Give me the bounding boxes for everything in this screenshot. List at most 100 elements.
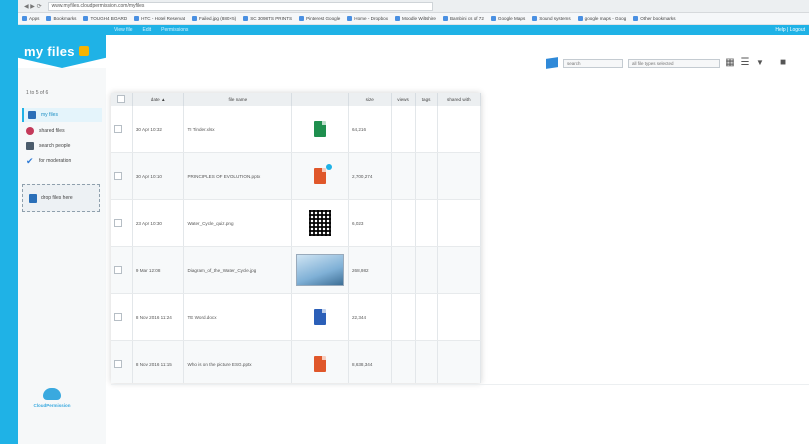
sidebar-item-search-people[interactable]: search people bbox=[22, 139, 102, 153]
brand-name: CloudPermission bbox=[33, 403, 71, 408]
bookmark-icon bbox=[442, 16, 448, 21]
bookmark-item[interactable]: Sound systems bbox=[532, 16, 571, 21]
drop-zone[interactable]: drop files here bbox=[22, 184, 100, 212]
bookmark-item[interactable]: Apps bbox=[22, 16, 39, 21]
pin-icon[interactable]: ▼ bbox=[755, 58, 765, 68]
header-file-name[interactable]: file name bbox=[183, 93, 293, 106]
notification-dot bbox=[326, 164, 333, 170]
header-views[interactable]: views bbox=[391, 93, 416, 106]
file-thumbnail[interactable] bbox=[291, 152, 349, 200]
people-icon bbox=[26, 142, 34, 150]
brand-logo: CloudPermission bbox=[32, 388, 72, 418]
result-count: 1 to 5 of 6 bbox=[26, 90, 49, 96]
bookmark-item[interactable]: HTC - Hotel Reservat bbox=[134, 16, 185, 21]
lock-icon bbox=[78, 46, 89, 56]
file-thumbnail[interactable] bbox=[291, 246, 349, 294]
file-name[interactable]: Water_Cycle_quiz.png bbox=[183, 199, 293, 247]
file-thumbnail[interactable] bbox=[291, 106, 349, 153]
table-row[interactable]: 30 Apr 10:32 TI Tinder.xlsx 64,216 bbox=[111, 106, 481, 153]
file-type-filter[interactable] bbox=[628, 58, 720, 68]
file-shared-with bbox=[437, 293, 481, 341]
file-thumbnail[interactable] bbox=[291, 199, 349, 247]
bookmark-item[interactable]: google maps - Goog bbox=[577, 16, 627, 21]
file-tags bbox=[415, 340, 438, 383]
row-checkbox[interactable] bbox=[114, 124, 122, 133]
file-size: 2,700,274 bbox=[348, 152, 392, 200]
bookmark-item[interactable]: Home - Dropbox bbox=[347, 16, 388, 21]
table-row[interactable]: 30 Apr 10:10 PRINCIPLES OF EVOLUTION.pptx… bbox=[111, 152, 481, 200]
file-shared-with bbox=[437, 340, 481, 383]
cloud-icon bbox=[43, 388, 61, 400]
file-name[interactable]: Who is on the picture ESG.pptx bbox=[183, 340, 293, 383]
pptx-file-icon bbox=[314, 356, 327, 372]
top-link[interactable]: Edit bbox=[143, 27, 152, 33]
table-row[interactable]: 8 Nov 2016 11:24 TE Word.docx 22,344 bbox=[111, 293, 481, 341]
file-name[interactable]: TE Word.docx bbox=[183, 293, 293, 341]
list-view-icon[interactable]: ☰ bbox=[740, 58, 750, 68]
file-name[interactable]: TI Tinder.xlsx bbox=[183, 106, 293, 153]
file-toolbar: ▦ ☰ ▼ ■ bbox=[546, 57, 788, 69]
file-views bbox=[391, 199, 416, 247]
file-shared-with bbox=[437, 152, 481, 200]
table-row[interactable]: 9 Mar 12:08 Diagram_of_the_Water_Cycle.jp… bbox=[111, 246, 481, 294]
bookmark-icon bbox=[490, 16, 496, 21]
file-date: 8 Nov 2016 11:24 bbox=[132, 293, 185, 341]
sidebar-item-for-moderation[interactable]: ✔ for moderation bbox=[22, 154, 102, 168]
bookmark-label: Pinterest Google bbox=[306, 16, 341, 21]
file-thumbnail[interactable] bbox=[291, 293, 349, 341]
bookmark-item[interactable]: Bookmarks bbox=[46, 16, 76, 21]
row-checkbox[interactable] bbox=[114, 218, 122, 227]
bookmark-item[interactable]: Bambini cs of 72 bbox=[442, 16, 484, 21]
select-all-checkbox[interactable] bbox=[117, 95, 126, 103]
sidebar: 1 to 5 of 6 my files shared files search… bbox=[18, 68, 106, 444]
bookmark-item[interactable]: Google Maps bbox=[490, 16, 525, 21]
bookmark-item[interactable]: Failed.jpg (880×5) bbox=[192, 16, 236, 21]
bookmark-item[interactable]: SC 3098TS PRINTS bbox=[243, 16, 292, 21]
row-checkbox[interactable] bbox=[114, 265, 122, 274]
select-all-header[interactable] bbox=[111, 93, 133, 106]
top-link[interactable]: View file bbox=[114, 27, 133, 33]
docx-file-icon bbox=[314, 309, 327, 325]
grid-view-icon[interactable]: ▦ bbox=[725, 58, 735, 68]
header-date[interactable]: date ▲ bbox=[132, 93, 185, 106]
bookmark-icon bbox=[46, 16, 52, 21]
bookmark-label: google maps - Goog bbox=[584, 16, 627, 21]
app-logo[interactable]: my files bbox=[18, 34, 106, 68]
sidebar-item-my-files[interactable]: my files bbox=[22, 108, 102, 122]
folder-icon[interactable]: ■ bbox=[778, 58, 788, 68]
row-checkbox[interactable] bbox=[114, 359, 122, 368]
bookmark-item[interactable]: Other bookmarks bbox=[633, 16, 676, 21]
bookmark-label: Home - Dropbox bbox=[354, 16, 388, 21]
file-shared-with bbox=[437, 106, 481, 153]
user-menu[interactable]: Help | Logout bbox=[775, 27, 805, 33]
file-thumbnail[interactable] bbox=[291, 340, 349, 383]
row-checkbox[interactable] bbox=[114, 312, 122, 321]
sidebar-item-shared-files[interactable]: shared files bbox=[22, 124, 102, 138]
table-row[interactable]: 23 Apr 10:30 Water_Cycle_quiz.png 6,023 bbox=[111, 199, 481, 247]
header-size[interactable]: size bbox=[348, 93, 392, 106]
file-shared-with bbox=[437, 246, 481, 294]
file-name[interactable]: PRINCIPLES OF EVOLUTION.pptx bbox=[183, 152, 293, 200]
bookmark-label: Failed.jpg (880×5) bbox=[199, 16, 237, 21]
header-tags[interactable]: tags bbox=[415, 93, 438, 106]
folder-icon bbox=[28, 111, 36, 119]
address-bar[interactable]: www.myfiles.cloudpermission.com/myfiles bbox=[47, 1, 433, 11]
top-link[interactable]: Permissions bbox=[161, 27, 188, 33]
file-name[interactable]: Diagram_of_the_Water_Cycle.jpg bbox=[183, 246, 293, 294]
search-input[interactable] bbox=[563, 58, 623, 68]
bookmark-icon bbox=[22, 16, 27, 21]
header-shared-with[interactable]: shared with bbox=[437, 93, 481, 106]
bookmark-icon bbox=[395, 16, 400, 21]
file-size: 64,216 bbox=[348, 106, 392, 153]
bookmarks-bar: Apps Bookmarks TOUGH4 BOARD HTC - Hotel Res… bbox=[18, 13, 809, 25]
pptx-file-icon bbox=[314, 164, 333, 184]
back-icon[interactable]: ◀ ▶ ⟳ bbox=[24, 3, 42, 10]
table-row[interactable]: 8 Nov 2016 11:15 Who is on the picture ES… bbox=[111, 340, 481, 383]
bookmark-item[interactable]: TOUGH4 BOARD bbox=[83, 16, 127, 21]
browser-toolbar: ◀ ▶ ⟳ www.myfiles.cloudpermission.com/my… bbox=[18, 0, 809, 13]
bookmark-item[interactable]: Moodle Wiltshire bbox=[395, 16, 436, 21]
row-checkbox[interactable] bbox=[114, 171, 122, 180]
header-thumb bbox=[291, 93, 349, 106]
bookmark-item[interactable]: Pinterest Google bbox=[299, 16, 340, 21]
sidebar-item-label: for moderation bbox=[39, 158, 72, 164]
